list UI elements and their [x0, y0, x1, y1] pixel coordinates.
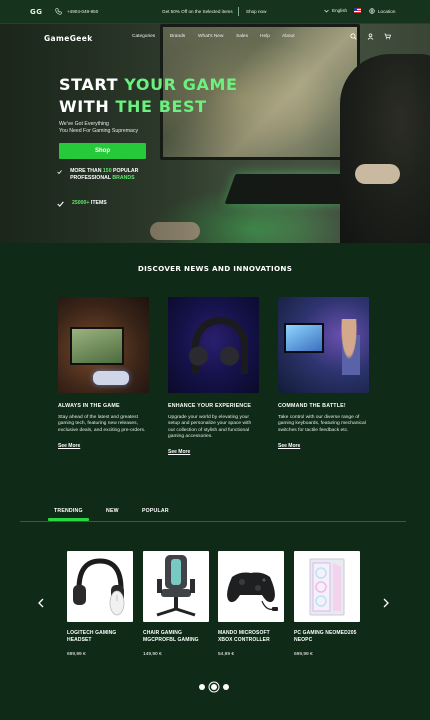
product-name: LOGITECH GAMING HEADSET: [67, 630, 117, 643]
nav-item-help[interactable]: Help: [260, 34, 282, 39]
news-card-title: COMMAND THE BATTLE!: [278, 403, 346, 409]
nav-item-sales[interactable]: Sales: [236, 34, 260, 39]
product-price: 54,99 €: [218, 652, 235, 658]
news-card-text: Take control with our diverse range of g…: [278, 415, 366, 433]
carousel-dot-active[interactable]: [211, 684, 217, 690]
tab-trending[interactable]: TRENDING: [54, 508, 83, 514]
location-label: Location: [378, 8, 396, 14]
nav-item-brands[interactable]: Brands: [170, 34, 198, 39]
news-card: ENHANCE YOUR EXPERIENCE Upgrade your wor…: [168, 297, 260, 458]
promo-text: Get 50% Off on the Selected items: [162, 9, 233, 14]
nav-item-whats-new[interactable]: What's New: [198, 34, 236, 39]
user-icon[interactable]: [367, 33, 374, 40]
news-card-image[interactable]: [58, 297, 149, 393]
nav-icons: [350, 33, 391, 40]
product-image[interactable]: [143, 551, 209, 622]
topbar-logo[interactable]: GG: [30, 8, 43, 16]
hero-title-line1: START: [59, 75, 125, 94]
active-tab-indicator: [48, 518, 89, 521]
news-card-image[interactable]: [278, 297, 369, 393]
feature-items: 25000+ ITEMS: [57, 200, 107, 207]
product-tabs: TRENDING NEW POPULAR: [20, 504, 406, 522]
news-card-image[interactable]: [168, 297, 259, 393]
main-nav: Categories Brands What's New Sales Help …: [132, 34, 295, 39]
news-card-text: Upgrade your world by elevating your set…: [168, 415, 252, 439]
product-name: MANDO MICROSOFT XBOX CONTROLLER: [218, 630, 270, 643]
feature-brands-count: 150: [102, 168, 112, 174]
language-label: English: [332, 8, 348, 13]
divider: [238, 7, 239, 16]
tab-new[interactable]: NEW: [106, 508, 119, 514]
gaming-chair-icon: [156, 555, 196, 617]
top-bar: GG +4904-049-950 Get 50% Off on the Sele…: [0, 0, 430, 24]
hero-title-line1-highlight: YOUR GAME: [124, 75, 238, 94]
news-card-title: ALWAYS IN THE GAME: [58, 403, 120, 409]
product-price: 699,99 €: [67, 652, 86, 658]
product-card[interactable]: LOGITECH GAMING HEADSET 699,99 €: [67, 551, 133, 657]
hero-subtitle-line2: You Need For Gaming Supremacy: [59, 128, 139, 134]
tab-popular[interactable]: POPULAR: [142, 508, 169, 514]
language-select[interactable]: English: [324, 8, 362, 13]
hero-title-line2-highlight: THE BEST: [115, 97, 207, 116]
game-controller-icon: [227, 572, 278, 611]
feature-brands-highlight: BRANDS: [112, 175, 135, 181]
carousel-dot[interactable]: [223, 684, 229, 690]
product-name: PC GAMING NEOMED205 NEOPC: [294, 630, 357, 643]
product-image[interactable]: [294, 551, 360, 622]
headset-icon: [73, 558, 125, 616]
hero-title-line2: WITH: [59, 97, 116, 116]
feature-items-count: 25000+: [72, 200, 90, 206]
nav-item-categories[interactable]: Categories: [132, 34, 170, 39]
see-more-link[interactable]: See More: [278, 443, 300, 449]
product-name: CHAIR GAMING MGCPROFBL GAMING: [143, 630, 199, 643]
see-more-link[interactable]: See More: [58, 443, 80, 449]
news-card: COMMAND THE BATTLE! Take control with ou…: [278, 297, 370, 452]
brand-logo[interactable]: GameGeek: [44, 34, 93, 43]
hero-subtitle: We've Got Everything You Need For Gaming…: [59, 121, 159, 135]
product-image[interactable]: [67, 551, 133, 622]
us-flag-icon: [354, 8, 362, 13]
globe-icon: [369, 8, 375, 14]
carousel-pagination: [199, 684, 229, 690]
news-card-text: Stay ahead of the latest and greatest ga…: [58, 415, 146, 433]
product-card[interactable]: PC GAMING NEOMED205 NEOPC 699,99 €: [294, 551, 360, 657]
phone-contact[interactable]: +4904-049-950: [55, 8, 98, 15]
hero-subtitle-line1: We've Got Everything: [59, 121, 109, 127]
phone-number: +4904-049-950: [67, 9, 99, 14]
carousel-dot[interactable]: [199, 684, 205, 690]
chevron-left-icon[interactable]: [37, 598, 45, 608]
feature-items-label: ITEMS: [89, 200, 107, 206]
search-icon[interactable]: [350, 33, 357, 40]
nav-item-about[interactable]: About: [282, 34, 295, 39]
product-image[interactable]: [218, 551, 284, 622]
checkmark-icon: [57, 201, 64, 207]
cart-icon[interactable]: [384, 33, 391, 40]
shop-now-link[interactable]: Shop now: [246, 9, 266, 14]
chevron-down-icon: [324, 9, 329, 12]
news-card: ALWAYS IN THE GAME Stay ahead of the lat…: [58, 297, 150, 452]
product-card[interactable]: MANDO MICROSOFT XBOX CONTROLLER 54,99 €: [218, 551, 284, 657]
checkmark-icon: [57, 170, 62, 175]
pc-case-icon: [309, 558, 345, 616]
feature-brands-pre: MORE THAN: [70, 168, 103, 174]
chevron-right-icon[interactable]: [382, 598, 390, 608]
hero-title: START YOUR GAME WITH THE BEST: [59, 74, 238, 118]
feature-brands: MORE THAN 150 POPULAR PROFESSIONAL BRAND…: [57, 168, 167, 182]
section-title: DISCOVER NEWS AND INNOVATIONS: [137, 264, 293, 273]
phone-icon: [55, 8, 62, 15]
location-select[interactable]: Location: [369, 8, 395, 14]
product-card[interactable]: CHAIR GAMING MGCPROFBL GAMING 149,90 €: [143, 551, 209, 657]
see-more-link[interactable]: See More: [168, 449, 190, 455]
shop-button[interactable]: Shop: [59, 143, 146, 159]
product-price: 699,99 €: [294, 652, 313, 658]
product-price: 149,90 €: [143, 652, 162, 658]
news-card-title: ENHANCE YOUR EXPERIENCE: [168, 403, 252, 409]
